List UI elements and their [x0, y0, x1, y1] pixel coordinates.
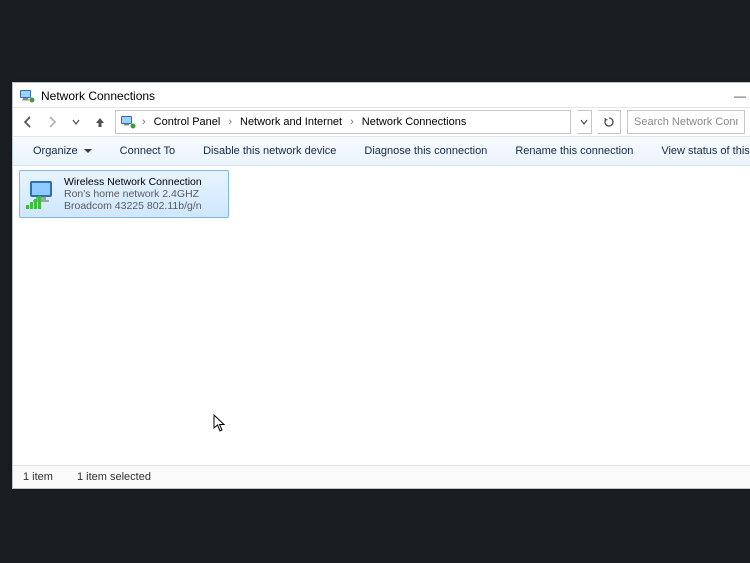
titlebar: Network Connections —: [13, 83, 750, 108]
breadcrumb-network-and-internet[interactable]: Network and Internet: [238, 115, 344, 129]
status-selection-count: 1 item selected: [77, 471, 151, 483]
minimize-button[interactable]: —: [734, 89, 745, 103]
connection-adapter: Broadcom 43225 802.11b/g/n: [64, 200, 202, 212]
cursor-icon: [213, 414, 227, 432]
disable-device-button[interactable]: Disable this network device: [189, 137, 350, 165]
diagnose-connection-button[interactable]: Diagnose this connection: [350, 137, 501, 165]
address-dropdown-button[interactable]: [577, 110, 592, 134]
explorer-window: Network Connections —: [12, 82, 750, 489]
chevron-right-icon: ›: [226, 116, 234, 128]
connection-item-wireless[interactable]: Wireless Network Connection Ron's home n…: [19, 170, 229, 218]
up-button[interactable]: [91, 113, 109, 131]
connection-name: Wireless Network Connection: [64, 176, 202, 188]
chevron-right-icon: ›: [348, 116, 356, 128]
refresh-button[interactable]: [598, 110, 621, 134]
wireless-adapter-icon: [24, 177, 58, 211]
address-bar: › Control Panel › Network and Internet ›…: [13, 108, 750, 137]
recent-locations-button[interactable]: [67, 113, 85, 131]
status-bar: 1 item 1 item selected: [13, 465, 750, 488]
status-item-count: 1 item: [23, 471, 53, 483]
organize-menu[interactable]: Organize: [19, 137, 106, 165]
connection-labels: Wireless Network Connection Ron's home n…: [64, 176, 202, 212]
breadcrumb-control-panel[interactable]: Control Panel: [152, 115, 223, 129]
search-box[interactable]: [627, 110, 745, 134]
network-connections-icon: [120, 114, 136, 130]
network-connections-icon: [19, 88, 35, 104]
forward-button[interactable]: [43, 113, 61, 131]
command-bar: Organize Connect To Disable this network…: [13, 137, 750, 166]
search-input[interactable]: [632, 115, 740, 129]
breadcrumb-network-connections[interactable]: Network Connections: [360, 115, 469, 129]
window-title: Network Connections: [41, 89, 155, 103]
content-pane[interactable]: Wireless Network Connection Ron's home n…: [13, 166, 750, 465]
connection-ssid: Ron's home network 2.4GHZ: [64, 188, 202, 200]
back-button[interactable]: [19, 113, 37, 131]
view-status-button[interactable]: View status of this connection: [647, 137, 750, 165]
rename-connection-button[interactable]: Rename this connection: [501, 137, 647, 165]
breadcrumb[interactable]: › Control Panel › Network and Internet ›…: [115, 110, 571, 134]
connect-to-button[interactable]: Connect To: [106, 137, 189, 165]
chevron-right-icon: ›: [140, 116, 148, 128]
